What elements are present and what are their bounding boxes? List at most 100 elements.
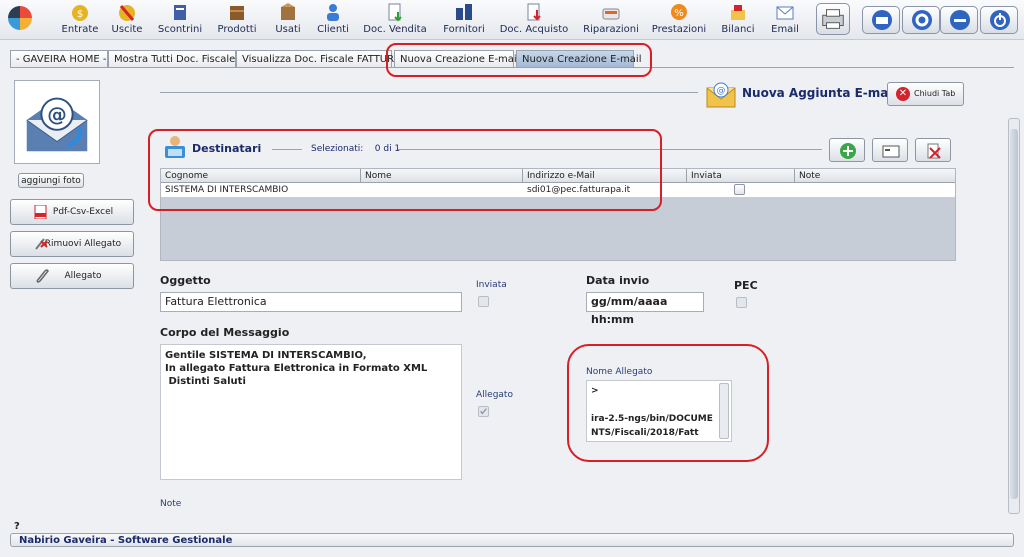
toolbar-prodotti[interactable]: Prodotti bbox=[214, 2, 260, 38]
tab-visualizza-doc[interactable]: Visualizza Doc. Fiscale FATTURA bbox=[236, 50, 401, 68]
toolbar-doc-vendita[interactable]: Doc. Vendita bbox=[362, 2, 428, 38]
toolbar-clienti[interactable]: Clienti bbox=[314, 2, 352, 38]
power-icon bbox=[990, 10, 1010, 30]
printer-icon bbox=[822, 9, 844, 29]
attachment-label: Allegato bbox=[64, 271, 102, 281]
keyboard-icon bbox=[872, 10, 892, 30]
send-date-input[interactable]: gg/mm/aaaa hh:mm bbox=[586, 292, 704, 326]
plus-icon bbox=[840, 143, 856, 159]
cell-inviata-checkbox[interactable] bbox=[734, 184, 745, 195]
email-icon bbox=[776, 6, 794, 20]
pec-checkbox[interactable] bbox=[736, 297, 747, 308]
attachment-name-value: > ira-2.5-ngs/bin/DOCUMENTS/Fiscali/2018… bbox=[591, 386, 713, 438]
toolbar-bilanci[interactable]: Bilanci bbox=[718, 2, 758, 38]
column-note[interactable]: Note bbox=[795, 169, 955, 183]
delete-icon bbox=[927, 143, 941, 159]
add-recipient-button[interactable] bbox=[829, 138, 865, 162]
contact-photo: @ bbox=[14, 80, 100, 164]
cell-note bbox=[795, 183, 955, 197]
close-tab-button[interactable]: ✕ Chiudi Tab bbox=[887, 82, 964, 106]
close-icon: ✕ bbox=[896, 87, 910, 101]
contact-card-icon bbox=[882, 145, 900, 158]
svg-text:@: @ bbox=[47, 103, 67, 126]
svg-text:%: % bbox=[674, 8, 684, 19]
page-title: Nuova Aggiunta E-mail bbox=[742, 86, 897, 100]
pdf-csv-excel-button[interactable]: Pdf-Csv-Excel bbox=[10, 199, 134, 225]
email-envelope-icon: @ bbox=[26, 97, 88, 152]
pdf-icon bbox=[34, 205, 47, 219]
svg-text:@: @ bbox=[717, 86, 726, 96]
client-icon bbox=[327, 4, 339, 21]
toolbar-prestazioni[interactable]: % Prestazioni bbox=[650, 2, 708, 38]
new-email-icon: @ bbox=[706, 82, 736, 108]
service-icon: % bbox=[671, 4, 687, 20]
paperclip-remove-icon bbox=[35, 238, 48, 250]
attachment-button[interactable]: Allegato bbox=[10, 263, 134, 289]
tab-mostra-tutti-doc[interactable]: Mostra Tutti Doc. Fiscale bbox=[108, 50, 236, 68]
column-nome[interactable]: Nome bbox=[361, 169, 523, 183]
close-tab-label: Chiudi Tab bbox=[914, 89, 956, 98]
header-divider bbox=[160, 92, 698, 93]
keyboard-button[interactable] bbox=[862, 6, 900, 34]
column-inviata[interactable]: Inviata bbox=[687, 169, 795, 183]
column-email[interactable]: Indirizzo e-Mail bbox=[523, 169, 687, 183]
svg-text:$: $ bbox=[77, 9, 83, 20]
toolbar-usati[interactable]: Usati bbox=[272, 2, 304, 38]
remove-attachment-button[interactable]: Rimuovi Allegato bbox=[10, 231, 134, 257]
balance-icon bbox=[731, 5, 745, 20]
help-mark[interactable]: ? bbox=[14, 521, 20, 532]
recipients-selected: Selezionati: 0 di 1 bbox=[311, 144, 400, 154]
coin-bag-icon: $ bbox=[72, 5, 88, 21]
main-scrollbar-thumb[interactable] bbox=[1010, 129, 1018, 499]
toolbar-riparazioni[interactable]: Riparazioni bbox=[582, 2, 640, 38]
recipients-title: Destinatari bbox=[192, 142, 262, 155]
delete-recipient-button[interactable] bbox=[915, 138, 951, 162]
recipients-table: Cognome Nome Indirizzo e-Mail Inviata No… bbox=[160, 168, 956, 261]
toolbar-fornitori[interactable]: Fornitori bbox=[440, 2, 488, 38]
recipient-icon bbox=[165, 136, 185, 158]
printer-button[interactable] bbox=[816, 3, 850, 35]
subject-input[interactable]: Fattura Elettronica bbox=[160, 292, 462, 312]
money-out-icon bbox=[119, 5, 135, 21]
receipt-icon bbox=[174, 5, 186, 20]
cell-nome bbox=[361, 183, 523, 197]
main-toolbar: $ Entrate Uscite Scontrini Prodotti Usat… bbox=[0, 0, 1024, 40]
attachment-name-label: Nome Allegato bbox=[586, 367, 653, 377]
main-scrollbar[interactable] bbox=[1008, 118, 1020, 514]
attached-checkbox[interactable] bbox=[478, 406, 489, 417]
table-row[interactable]: SISTEMA DI INTERSCAMBIO sdi01@pec.fattur… bbox=[161, 183, 955, 197]
check-icon bbox=[480, 408, 487, 415]
cell-cognome: SISTEMA DI INTERSCAMBIO bbox=[165, 185, 289, 195]
toolbar-doc-acquisto[interactable]: Doc. Acquisto bbox=[498, 2, 570, 38]
tab-nuova-email-2[interactable]: Nuova Creazione E-mail bbox=[516, 50, 641, 68]
products-box-icon bbox=[230, 6, 244, 20]
toolbar-entrate[interactable]: $ Entrate bbox=[60, 2, 100, 38]
recipients-divider-right bbox=[398, 149, 822, 150]
notes-label: Note bbox=[160, 499, 182, 509]
used-box-icon bbox=[281, 3, 295, 20]
column-cognome[interactable]: Cognome bbox=[161, 169, 361, 183]
body-textarea[interactable]: Gentile SISTEMA DI INTERSCAMBIO, In alle… bbox=[160, 344, 462, 480]
settings-button[interactable] bbox=[902, 6, 940, 34]
tab-gaveira-home[interactable]: - GAVEIRA HOME - bbox=[10, 50, 108, 68]
recipients-table-header: Cognome Nome Indirizzo e-Mail Inviata No… bbox=[161, 169, 955, 183]
sent-checkbox[interactable] bbox=[478, 296, 489, 307]
add-photo-button[interactable]: aggiungi foto bbox=[18, 173, 84, 188]
send-date-label: Data invio bbox=[586, 274, 650, 287]
edit-recipient-button[interactable] bbox=[872, 138, 908, 162]
attachment-name-field[interactable]: > ira-2.5-ngs/bin/DOCUMENTS/Fiscali/2018… bbox=[586, 380, 732, 442]
status-bar: Nabirio Gaveira - Software Gestionale bbox=[10, 533, 1014, 547]
toolbar-email[interactable]: Email bbox=[768, 2, 802, 38]
attachment-scrollbar[interactable] bbox=[719, 383, 729, 439]
app-logo-icon bbox=[8, 6, 32, 30]
minimize-button[interactable] bbox=[940, 6, 978, 34]
suppliers-icon bbox=[456, 4, 472, 20]
tab-nuova-email-1[interactable]: Nuova Creazione E-mail bbox=[394, 50, 519, 68]
power-button[interactable] bbox=[980, 6, 1018, 34]
recipients-divider-left bbox=[272, 149, 302, 150]
subject-label: Oggetto bbox=[160, 274, 211, 287]
toolbar-uscite[interactable]: Uscite bbox=[108, 2, 146, 38]
toolbar-scontrini[interactable]: Scontrini bbox=[156, 2, 204, 38]
paperclip-icon bbox=[36, 269, 49, 283]
gear-icon bbox=[912, 10, 932, 30]
